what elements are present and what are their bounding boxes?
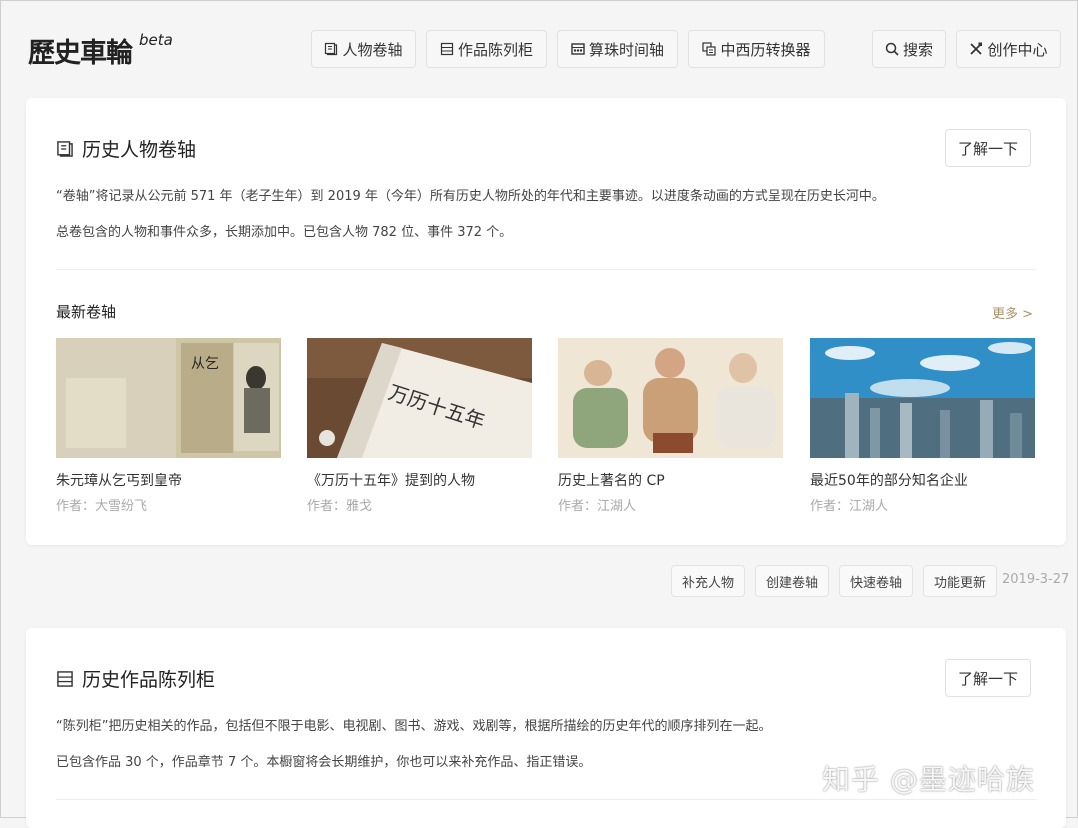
search-label: 搜索: [902, 40, 933, 59]
nav-people-scroll-button[interactable]: 人物卷轴: [311, 30, 416, 68]
quick-scroll-button[interactable]: 快速卷轴: [839, 565, 913, 597]
latest-scrolls-title: 最新卷轴: [56, 303, 117, 321]
card-title-text: 历史人物卷轴: [82, 139, 197, 161]
top-header: 歷史車輪 beta 人物卷轴 作品陈列柜 算珠时间轴 中西历转换器 搜索 创作中…: [1, 1, 1077, 97]
learn-more-button[interactable]: 了解一下: [945, 129, 1031, 167]
search-icon: [885, 42, 899, 56]
feature-updates-button[interactable]: 功能更新: [923, 565, 997, 597]
scroll-item[interactable]: 从乞 朱元璋从乞丐到皇帝 作者：大雪纷飞: [56, 338, 281, 514]
create-scroll-button[interactable]: 创建卷轴: [755, 565, 829, 597]
scroll-item-author: 作者：雅戈: [307, 499, 373, 514]
creator-label: 创作中心: [987, 40, 1048, 59]
scroll-item[interactable]: 历史上著名的 CP 作者：江湖人: [558, 338, 783, 514]
scroll-item-author: 作者：江湖人: [810, 499, 889, 514]
pen-ruler-icon: [969, 42, 983, 56]
cabinet-icon: [440, 42, 454, 56]
people-scroll-card: 历史人物卷轴 了解一下 “卷轴”将记录从公元前 571 年（老子生年）到 201…: [26, 98, 1066, 545]
nav-calendar-converter-button[interactable]: 中西历转换器: [688, 30, 825, 68]
scroll-icon: [56, 140, 74, 158]
city-skyline-thumbnail[interactable]: [810, 338, 1035, 458]
more-link[interactable]: 更多 >: [992, 303, 1033, 322]
book-thumbnail[interactable]: 万历十五年: [307, 338, 532, 458]
divider: [56, 799, 1036, 800]
learn-more-button[interactable]: 了解一下: [945, 659, 1031, 697]
scroll-item-title[interactable]: 《万历十五年》提到的人物: [307, 470, 532, 490]
nav-abacus-timeline-button[interactable]: 算珠时间轴: [557, 30, 678, 68]
scroll-item-title[interactable]: 历史上著名的 CP: [558, 470, 783, 490]
card-title: 历史作品陈列柜: [56, 665, 215, 692]
watermark: 知乎 @墨迹哈族: [822, 763, 1035, 796]
search-button[interactable]: 搜索: [872, 30, 946, 68]
cabinet-description: “陈列柜”把历史相关的作品，包括但不限于电影、电视剧、图书、游戏、戏剧等，根据所…: [56, 719, 772, 734]
card-title: 历史人物卷轴: [56, 135, 196, 162]
abacus-icon: [571, 42, 585, 56]
scroll-item-title[interactable]: 朱元璋从乞丐到皇帝: [56, 470, 281, 490]
cabinet-icon: [56, 670, 74, 688]
scroll-item-author: 作者：大雪纷飞: [56, 499, 148, 514]
scroll-item[interactable]: 万历十五年 《万历十五年》提到的人物 作者：雅戈: [307, 338, 532, 514]
update-date: 2019-3-27: [1002, 572, 1070, 587]
svg-text:从乞: 从乞: [191, 356, 219, 372]
card-title-text: 历史作品陈列柜: [82, 669, 216, 691]
scroll-item-author: 作者：江湖人: [558, 499, 637, 514]
cabinet-stats: 已包含作品 30 个，作品章节 7 个。本橱窗将会长期维护，你也可以来补充作品、…: [56, 755, 592, 770]
site-logo[interactable]: 歷史車輪: [28, 31, 133, 70]
comic-book-thumbnail[interactable]: 从乞: [56, 338, 281, 458]
nav-label: 中西历转换器: [720, 40, 811, 59]
add-person-button[interactable]: 补充人物: [671, 565, 745, 597]
nav-label: 作品陈列柜: [457, 40, 533, 59]
beta-label: beta: [139, 31, 173, 49]
painting-thumbnail[interactable]: [558, 338, 783, 458]
creator-center-button[interactable]: 创作中心: [956, 30, 1061, 68]
scroll-stats: 总卷包含的人物和事件众多，长期添加中。已包含人物 782 位、事件 372 个。: [56, 225, 513, 240]
scroll-item-title[interactable]: 最近50年的部分知名企业: [810, 470, 1035, 490]
works-cabinet-card: 历史作品陈列柜 了解一下 “陈列柜”把历史相关的作品，包括但不限于电影、电视剧、…: [26, 628, 1066, 828]
divider: [56, 269, 1036, 270]
nav-label: 人物卷轴: [342, 40, 403, 59]
nav-label: 算珠时间轴: [588, 40, 664, 59]
scroll-description: “卷轴”将记录从公元前 571 年（老子生年）到 2019 年（今年）所有历史人…: [56, 189, 885, 204]
calendar-convert-icon: [702, 42, 717, 56]
nav-works-cabinet-button[interactable]: 作品陈列柜: [426, 30, 547, 68]
scroll-icon: [324, 42, 338, 56]
scroll-item[interactable]: 最近50年的部分知名企业 作者：江湖人: [810, 338, 1035, 514]
